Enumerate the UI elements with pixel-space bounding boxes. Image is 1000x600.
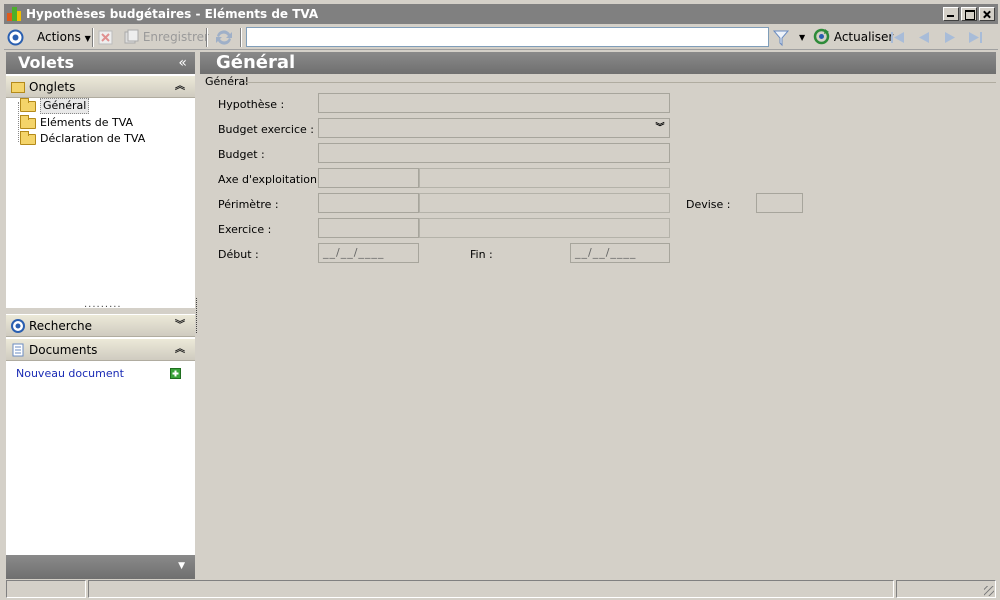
tree-item-declaration-tva[interactable]: Déclaration de TVA: [6, 131, 145, 147]
maximize-button[interactable]: [961, 7, 977, 21]
tree-item-label: Déclaration de TVA: [40, 132, 146, 145]
search-field[interactable]: [246, 27, 769, 47]
budget-field[interactable]: [318, 143, 670, 163]
collapse-panel-icon[interactable]: «: [178, 52, 187, 74]
budget-label: Budget :: [218, 148, 265, 161]
resize-grip-icon[interactable]: [984, 586, 994, 596]
status-cell: [6, 580, 86, 598]
refresh-icon: [813, 28, 830, 45]
perimetre-desc-field: [419, 193, 670, 213]
vertical-splitter[interactable]: [196, 298, 199, 333]
debut-date-value: __/__/____: [323, 246, 385, 259]
exercice-code-field[interactable]: [318, 218, 419, 238]
chevron-up-icon[interactable]: ︽: [175, 76, 185, 98]
actions-label: Actions: [37, 30, 81, 44]
refresh-label: Actualiser: [833, 30, 894, 44]
previous-record-icon[interactable]: [916, 30, 932, 45]
app-icon: [7, 7, 21, 21]
fin-date-field[interactable]: __/__/____: [570, 243, 670, 263]
folder-icon: [20, 131, 36, 145]
folder-icon: [11, 82, 25, 93]
section-documents[interactable]: Documents ︽: [6, 339, 195, 361]
next-record-icon[interactable]: [942, 30, 958, 45]
side-panel-header: Volets «: [6, 52, 195, 74]
save-button[interactable]: Enregistrer: [124, 25, 209, 50]
toolbar: Actions ▼ Enregistrer ▼ Actualiser: [4, 25, 998, 50]
dropdown-arrow-icon[interactable]: ▼: [178, 561, 185, 571]
tree-item-label: Eléments de TVA: [40, 116, 134, 129]
chevron-down-icon[interactable]: ︾: [175, 315, 185, 337]
debut-date-field[interactable]: __/__/____: [318, 243, 419, 263]
document-icon: [12, 343, 24, 357]
section-onglets-label: Onglets: [29, 80, 76, 94]
section-onglets[interactable]: Onglets ︽: [6, 76, 195, 98]
axe-exploitation-label: Axe d'exploitation :: [218, 173, 325, 186]
budget-exercice-label: Budget exercice :: [218, 123, 314, 136]
page-title: Général: [200, 52, 996, 74]
tree-item-elements-tva[interactable]: Eléments de TVA: [6, 115, 133, 131]
filter-dropdown-arrow-icon[interactable]: ▼: [799, 25, 805, 50]
hypothese-field[interactable]: [318, 93, 670, 113]
fin-label: Fin :: [470, 248, 493, 261]
devise-field[interactable]: [756, 193, 803, 213]
exercice-desc-field: [419, 218, 670, 238]
last-record-icon[interactable]: [967, 30, 983, 45]
hypothese-label: Hypothèse :: [218, 98, 285, 111]
devise-label: Devise :: [686, 198, 731, 211]
section-documents-label: Documents: [29, 343, 98, 357]
sync-icon[interactable]: [214, 28, 234, 47]
side-panel: Volets « Onglets ︽ Général Eléments de T…: [6, 52, 195, 579]
fin-date-value: __/__/____: [575, 246, 637, 259]
refresh-button[interactable]: Actualiser: [813, 25, 893, 50]
search-circle-icon: [11, 319, 25, 333]
section-recherche-label: Recherche: [29, 319, 93, 333]
status-cell: [896, 580, 996, 598]
close-button[interactable]: [979, 7, 995, 21]
actions-menu[interactable]: Actions ▼: [37, 25, 91, 50]
section-recherche[interactable]: Recherche ︾: [6, 315, 195, 337]
panel-splitter[interactable]: [6, 299, 195, 314]
search-input[interactable]: [247, 28, 768, 46]
delete-icon[interactable]: [98, 30, 113, 45]
folder-open-icon: [20, 98, 36, 112]
status-bar: [6, 580, 996, 598]
new-document-link[interactable]: Nouveau document: [16, 367, 124, 380]
tree-item-general[interactable]: Général: [6, 98, 90, 114]
add-icon[interactable]: [170, 368, 181, 379]
dropdown-arrow-icon: ▼: [84, 34, 91, 43]
tree-item-label: Général: [40, 98, 90, 114]
debut-label: Début :: [218, 248, 259, 261]
group-label: Général: [205, 75, 249, 88]
group-divider: [245, 82, 996, 83]
minimize-button[interactable]: [943, 7, 959, 21]
first-record-icon[interactable]: [890, 30, 906, 45]
side-panel-title: Volets: [18, 53, 75, 72]
title-bar: Hypothèses budgétaires - Eléments de TVA: [4, 4, 998, 24]
save-label: Enregistrer: [142, 30, 209, 44]
app-window: Hypothèses budgétaires - Eléments de TVA…: [0, 0, 1000, 600]
chevron-up-icon[interactable]: ︽: [175, 339, 185, 361]
exercice-label: Exercice :: [218, 223, 272, 236]
navigation-circle-icon[interactable]: [7, 29, 24, 46]
axe-exploitation-code-field[interactable]: [318, 168, 419, 188]
window-title: Hypothèses budgétaires - Eléments de TVA: [26, 7, 319, 21]
axe-exploitation-desc-field: [419, 168, 670, 188]
panel-bottom-bar: ▼: [6, 555, 195, 579]
filter-icon[interactable]: [772, 29, 790, 47]
save-icon: [124, 29, 139, 44]
folder-icon: [20, 115, 36, 129]
budget-exercice-select[interactable]: ︾: [318, 118, 670, 138]
perimetre-code-field[interactable]: [318, 193, 419, 213]
status-cell: [88, 580, 894, 598]
perimetre-label: Périmètre :: [218, 198, 279, 211]
double-chevron-down-icon[interactable]: ︾: [653, 121, 667, 135]
